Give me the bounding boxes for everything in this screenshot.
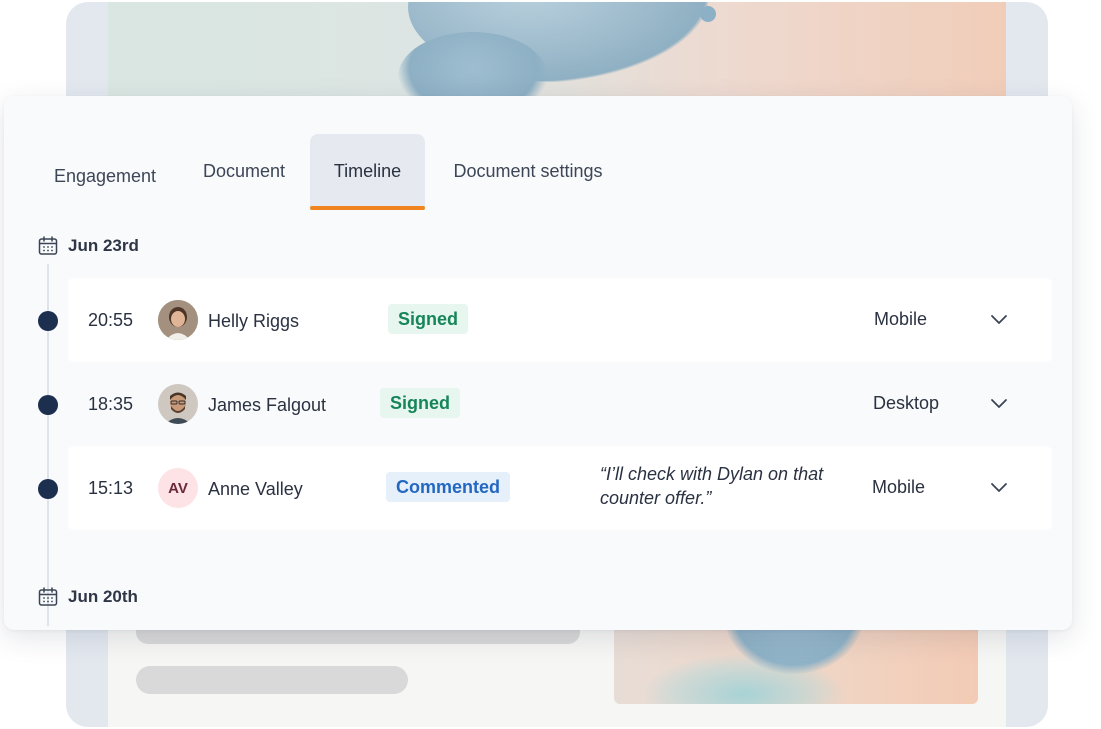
entry-time: 15:13 (88, 478, 134, 498)
signer-name: Helly Riggs (208, 311, 300, 331)
status-badge: Commented (386, 472, 511, 502)
timeline-card: Engagement Document Timeline Document se… (4, 96, 1072, 630)
signer-name: James Falgout (208, 395, 327, 415)
tab-label: Document (202, 161, 286, 181)
tab-document[interactable]: Document (190, 134, 298, 208)
comment-text: “I’ll check with Dylan on that counter o… (600, 464, 824, 508)
chevron-down-icon[interactable] (988, 392, 1010, 414)
timeline-dot (38, 395, 58, 415)
tab-engagement[interactable]: Engagement (44, 138, 166, 212)
calendar-icon (38, 587, 58, 606)
avatar-initials: AV (158, 468, 198, 508)
avatar (158, 300, 198, 340)
date-label: Jun 23rd (68, 236, 139, 255)
status-badge: Signed (388, 304, 469, 334)
date-heading: Jun 23rd (38, 236, 139, 256)
timeline-entry: 20:55 Helly Riggs Signed Mobile (38, 278, 1052, 362)
chevron-down-icon[interactable] (988, 308, 1010, 330)
placeholder-text-bar (136, 666, 408, 694)
timeline-dot (38, 311, 58, 331)
timeline-entry: 18:35 James Falgout Signed Desktop (38, 362, 1052, 446)
status-badge: Signed (380, 388, 461, 418)
device-label: Mobile (874, 309, 928, 329)
timeline-entry: 15:13 AV Anne Valley Commented “I’ll che… (38, 446, 1052, 530)
tab-label: Document settings (453, 161, 603, 181)
signer-name: Anne Valley (208, 479, 303, 499)
entry-time: 20:55 (88, 310, 134, 330)
timeline-screen: Engagement Document Timeline Document se… (0, 0, 1101, 729)
tab-label: Timeline (333, 161, 402, 181)
tab-timeline[interactable]: Timeline (310, 134, 425, 210)
background-hero-image (108, 2, 1006, 98)
device-label: Desktop (873, 393, 940, 413)
tab-document-settings[interactable]: Document settings (438, 134, 618, 208)
date-label: Jun 20th (68, 587, 138, 606)
tab-label: Engagement (53, 166, 157, 186)
device-label: Mobile (872, 477, 926, 497)
chevron-down-icon[interactable] (988, 476, 1010, 498)
timeline-dot (38, 479, 58, 499)
entry-time: 18:35 (88, 394, 134, 414)
calendar-icon (38, 236, 58, 255)
avatar (158, 384, 198, 424)
date-heading: Jun 20th (38, 587, 138, 607)
